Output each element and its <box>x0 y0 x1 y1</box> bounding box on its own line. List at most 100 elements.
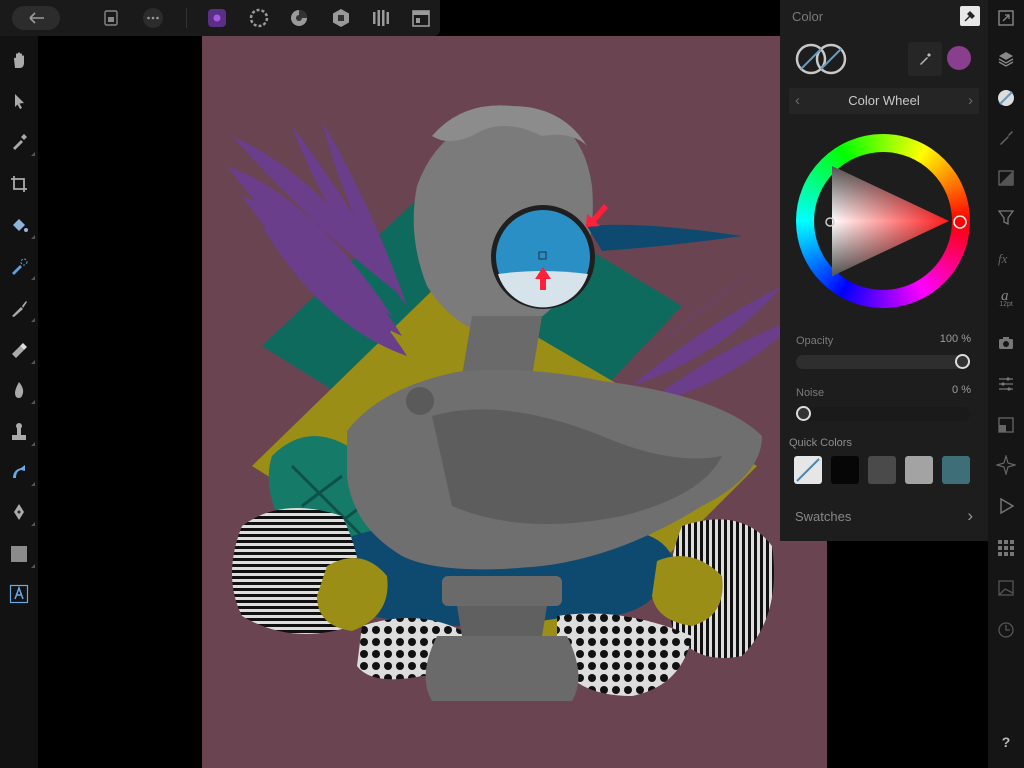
history-icon <box>996 455 1016 475</box>
liquify-persona-icon <box>249 8 269 28</box>
snapshots-button[interactable] <box>994 576 1018 600</box>
layers-icon <box>998 52 1014 67</box>
clone-tool[interactable] <box>7 420 35 446</box>
adjust-icon <box>373 10 389 26</box>
liquify-persona-button[interactable] <box>246 6 272 30</box>
channels-icon <box>999 377 1013 391</box>
shape-tool[interactable] <box>7 542 35 568</box>
layers-button[interactable] <box>994 47 1018 71</box>
healing-tool[interactable] <box>7 460 35 486</box>
flood-fill-tool[interactable] <box>7 213 35 239</box>
opacity-slider-handle[interactable] <box>955 353 970 369</box>
adjustments-button[interactable] <box>994 166 1018 190</box>
filter-icon <box>997 210 1015 226</box>
color-triangle[interactable] <box>796 134 970 308</box>
color-mode-selector[interactable]: ‹ Color Wheel › <box>789 88 979 114</box>
move-icon <box>15 94 24 109</box>
burn-tool[interactable] <box>7 378 35 404</box>
erase-brush-tool[interactable] <box>7 338 35 364</box>
character-icon: a <box>1001 288 1009 301</box>
color-studio-button[interactable] <box>994 86 1018 110</box>
back-arrow-icon <box>29 12 44 24</box>
opacity-slider[interactable] <box>796 353 970 369</box>
time-button[interactable] <box>994 618 1018 642</box>
quick-colors-label: Quick Colors <box>789 437 852 449</box>
opacity-label: Opacity <box>796 335 834 347</box>
macro-button[interactable] <box>994 494 1018 518</box>
transform-button[interactable] <box>994 413 1018 437</box>
color-wheel[interactable] <box>796 134 970 308</box>
no-color-icon <box>796 458 820 482</box>
erase-brush-icon <box>12 343 27 358</box>
eyedropper-tool[interactable] <box>7 130 35 156</box>
flood-fill-icon <box>13 219 28 232</box>
crop-icon <box>11 176 27 192</box>
navigator-icon <box>998 10 1014 26</box>
panel-title: Color <box>792 9 824 24</box>
fx-icon: fx <box>998 251 1008 266</box>
navigator-button[interactable] <box>994 6 1018 30</box>
noise-label: Noise <box>796 387 825 399</box>
pen-tool[interactable] <box>7 500 35 526</box>
healing-icon <box>13 465 25 478</box>
brushes-button[interactable] <box>994 126 1018 150</box>
color-panel: Color ‹ Color Wheel › Opacity 100 % Nois… <box>780 0 988 541</box>
current-color-swatch[interactable] <box>947 46 971 70</box>
swatches-label: Swatches <box>795 509 852 524</box>
opacity-value: 100 % <box>939 333 971 345</box>
noise-slider-handle[interactable] <box>796 405 811 421</box>
more-icon <box>143 8 163 28</box>
eyedropper-icon <box>920 53 931 65</box>
document-icon <box>104 10 118 26</box>
time-icon <box>998 622 1014 638</box>
history-button[interactable] <box>994 453 1018 477</box>
svg-text:a: a <box>1001 288 1009 301</box>
text-tool[interactable] <box>7 582 31 606</box>
crop-tool[interactable] <box>7 172 31 196</box>
move-tool[interactable] <box>7 89 31 113</box>
noise-slider[interactable] <box>796 405 970 421</box>
more-button[interactable] <box>140 6 166 30</box>
layout-button[interactable] <box>408 6 434 30</box>
stock-button[interactable] <box>994 331 1018 355</box>
document-button[interactable] <box>98 6 124 30</box>
filters-button[interactable] <box>994 205 1018 229</box>
snapshots-icon <box>998 580 1014 596</box>
next-mode-button[interactable]: › <box>968 92 973 109</box>
top-toolbar <box>0 0 440 36</box>
pin-button[interactable] <box>960 6 980 26</box>
hand-tool[interactable] <box>7 48 31 72</box>
library-button[interactable] <box>994 536 1018 560</box>
quick-color-swatch[interactable] <box>831 456 859 484</box>
quick-color-swatch[interactable] <box>868 456 896 484</box>
quick-color-swatch[interactable] <box>942 456 970 484</box>
color-picker-button[interactable] <box>908 42 942 76</box>
collage-artwork <box>227 105 802 701</box>
hue-handle[interactable] <box>953 215 967 229</box>
fx-button[interactable]: fx <box>994 246 1018 270</box>
help-button[interactable]: ? <box>994 730 1018 754</box>
quick-color-swatch[interactable] <box>905 456 933 484</box>
paint-brush-tool[interactable] <box>7 296 35 322</box>
library-icon <box>998 540 1014 556</box>
channels-button[interactable] <box>994 372 1018 396</box>
quick-color-swatch[interactable] <box>794 456 822 484</box>
toolbar-separator <box>186 8 187 28</box>
document-canvas[interactable] <box>202 36 827 768</box>
character-button[interactable]: a 12pt <box>994 286 1018 310</box>
develop-persona-button[interactable] <box>286 6 312 30</box>
macro-icon <box>1000 497 1015 515</box>
clone-icon <box>12 423 26 440</box>
color-picker-loupe[interactable] <box>491 205 595 309</box>
noise-value: 0 % <box>952 384 971 396</box>
adjust-button[interactable] <box>368 6 394 30</box>
export-persona-button[interactable] <box>328 6 354 30</box>
fill-stroke-toggle[interactable] <box>794 42 850 81</box>
eyedropper-icon <box>13 134 27 150</box>
stock-icon <box>999 337 1013 349</box>
swatches-row[interactable]: Swatches › <box>789 504 979 530</box>
layout-icon <box>412 10 430 27</box>
selection-brush-tool[interactable] <box>7 254 35 280</box>
pixel-persona-button[interactable] <box>204 6 230 30</box>
back-button[interactable] <box>12 6 60 30</box>
